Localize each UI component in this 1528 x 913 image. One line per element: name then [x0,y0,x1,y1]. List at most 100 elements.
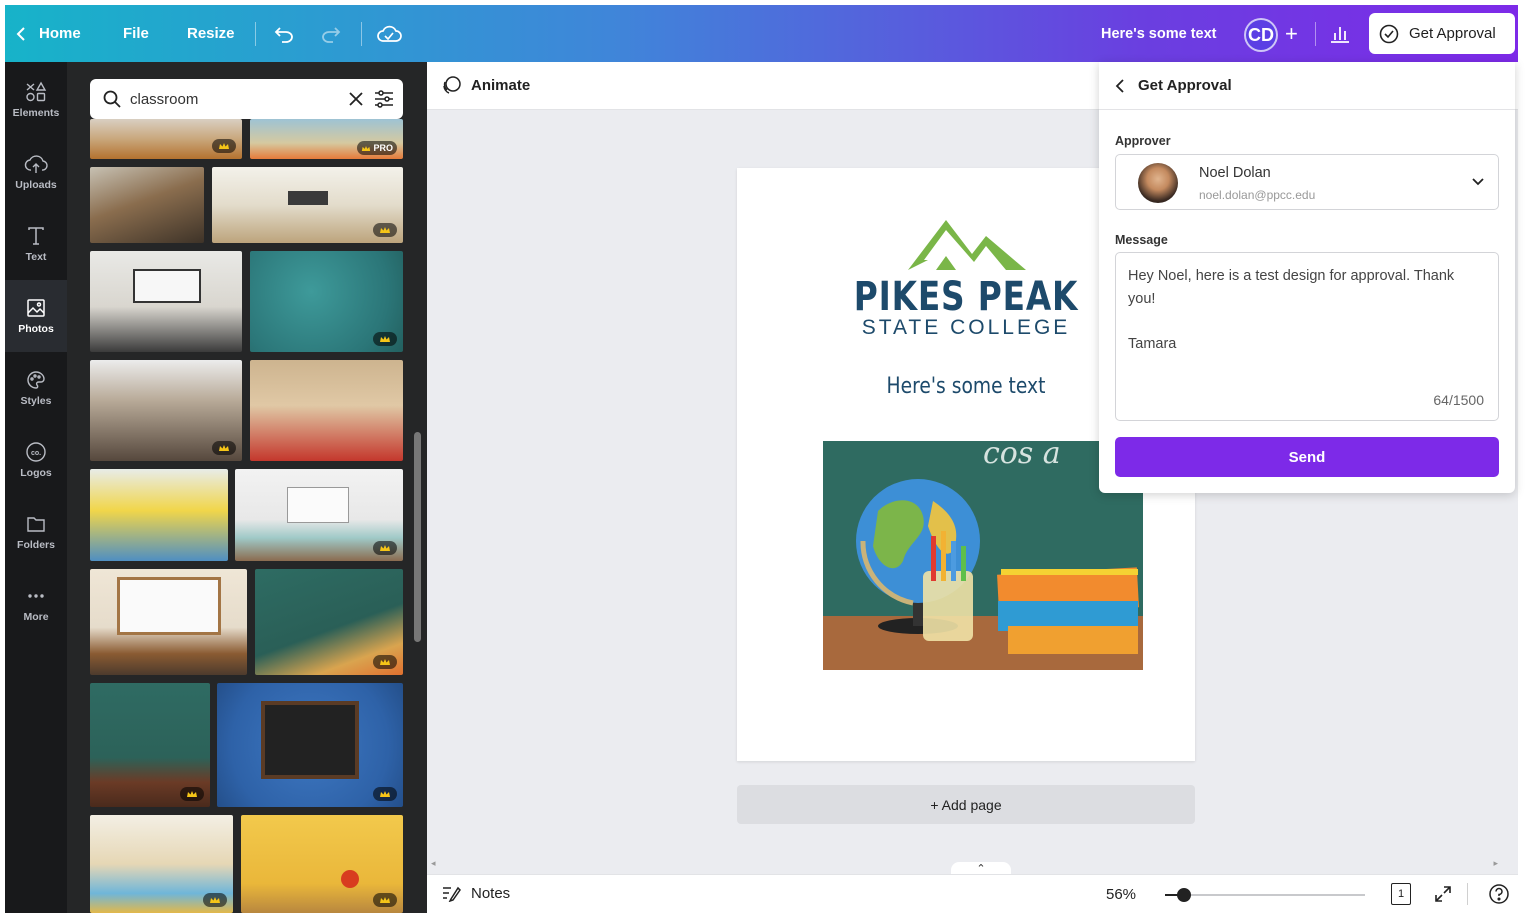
search-bar: classroom [90,79,403,119]
crown-icon [373,787,397,801]
design-title[interactable]: Here's some text [1101,5,1216,62]
get-approval-button[interactable]: Get Approval [1369,13,1515,54]
scroll-right-icon[interactable]: ▸ [1493,858,1498,869]
popup-header: Get Approval [1099,62,1515,110]
zoom-slider[interactable] [1165,888,1365,902]
palette-icon [27,371,45,389]
photo-detail [341,870,359,888]
rail-label: More [23,611,49,623]
pro-label: PRO [373,143,393,153]
crown-icon [373,655,397,669]
photo-thumbnail[interactable] [90,251,242,352]
home-button[interactable]: Home [15,5,81,62]
folder-icon [27,517,45,532]
message-line2: you! [1128,291,1156,307]
chevron-down-icon [1472,178,1484,186]
chalk-text: cos a [983,441,1061,471]
globe-image[interactable]: cos a [823,441,1143,670]
redo-icon [322,26,341,43]
photo-thumbnail[interactable] [212,167,403,243]
photo-thumbnail[interactable] [250,251,403,352]
notes-button[interactable]: Notes [441,884,510,902]
undo-icon [274,26,293,43]
crown-icon [203,893,227,907]
animate-button[interactable]: Animate [441,74,530,96]
message-label: Message [1115,233,1168,247]
rail-item-photos[interactable]: Photos [5,280,67,352]
approver-avatar [1138,163,1178,203]
rail-item-logos[interactable]: co. Logos [5,424,67,496]
avatar-initials: CD [1248,24,1274,45]
popup-title: Get Approval [1138,77,1232,94]
photo-thumbnail[interactable] [255,569,403,675]
zoom-value[interactable]: 56% [1106,886,1136,903]
logo-icon: co. [26,442,46,462]
photo-thumbnail[interactable] [90,469,228,561]
logo-line1: PIKES PEAK [853,274,1079,320]
app-window: Home File Resize Here's some text CD + G… [0,0,1528,913]
rail-label: Uploads [15,179,57,191]
divider [255,22,256,46]
home-label: Home [39,25,81,42]
photo-thumbnail[interactable] [217,683,403,807]
add-collaborator-button[interactable]: + [1285,5,1298,62]
file-label: File [123,25,149,42]
rail-item-text[interactable]: Text [5,208,67,280]
photo-thumbnail[interactable] [235,469,403,561]
crown-icon [373,893,397,907]
search-input[interactable]: classroom [130,91,339,108]
back-chevron-icon[interactable] [1114,78,1126,94]
insights-button[interactable] [1329,5,1351,62]
close-icon[interactable] [347,90,365,108]
fullscreen-icon[interactable] [1433,884,1453,904]
photo-detail [261,701,359,779]
photo-thumbnail[interactable] [90,569,247,675]
photo-detail [288,191,328,205]
cloud-upload-icon [24,155,48,173]
photo-thumbnail[interactable] [90,683,210,807]
photo-thumbnail[interactable] [90,360,242,461]
rail-item-folders[interactable]: Folders [5,496,67,568]
add-page-button[interactable]: + Add page [737,785,1195,824]
save-status-button[interactable] [376,5,402,62]
filter-icon[interactable] [373,89,395,109]
photo-thumbnail[interactable]: PRO [250,119,403,159]
footer-bar: Notes 56% 1 [427,874,1518,913]
divider [1467,883,1468,905]
photo-thumbnail[interactable] [241,815,403,913]
rail-item-uploads[interactable]: Uploads [5,136,67,208]
photo-detail [133,269,201,303]
panel-scrollbar[interactable] [414,432,421,642]
photos-panel: PRO classroom [67,62,427,913]
photo-thumbnail[interactable] [90,119,242,159]
rail-label: Folders [17,539,55,551]
crown-icon [212,441,236,455]
resize-button[interactable]: Resize [187,5,235,62]
redo-button[interactable] [320,5,342,62]
photo-thumbnail[interactable] [90,167,204,243]
crown-icon [180,787,204,801]
scroll-left-icon[interactable]: ◂ [431,858,436,869]
send-button[interactable]: Send [1115,437,1499,477]
image-icon [27,299,45,317]
check-circle-icon [1379,24,1399,43]
rail-item-elements[interactable]: Elements [5,64,67,136]
approval-popup: Get Approval Approver Noel Dolan noel.do… [1099,62,1515,493]
shapes-icon [26,81,47,102]
add-page-label: + Add page [930,796,1002,813]
approver-select[interactable]: Noel Dolan noel.dolan@ppcc.edu [1115,154,1499,210]
file-menu[interactable]: File [123,5,149,62]
photo-thumbnail[interactable] [250,360,403,461]
undo-button[interactable] [273,5,295,62]
message-textarea[interactable]: Hey Noel, here is a test design for appr… [1115,252,1499,421]
photo-detail [287,487,349,523]
rail-item-styles[interactable]: Styles [5,352,67,424]
avatar[interactable]: CD [1244,18,1278,52]
photo-thumbnail[interactable] [90,815,233,913]
page-count-button[interactable]: 1 [1391,883,1411,905]
get-approval-label: Get Approval [1409,25,1496,42]
crown-icon [373,223,397,237]
rail-item-more[interactable]: More [5,568,67,640]
zoom-slider-handle[interactable] [1177,888,1191,902]
help-icon[interactable] [1488,883,1510,905]
